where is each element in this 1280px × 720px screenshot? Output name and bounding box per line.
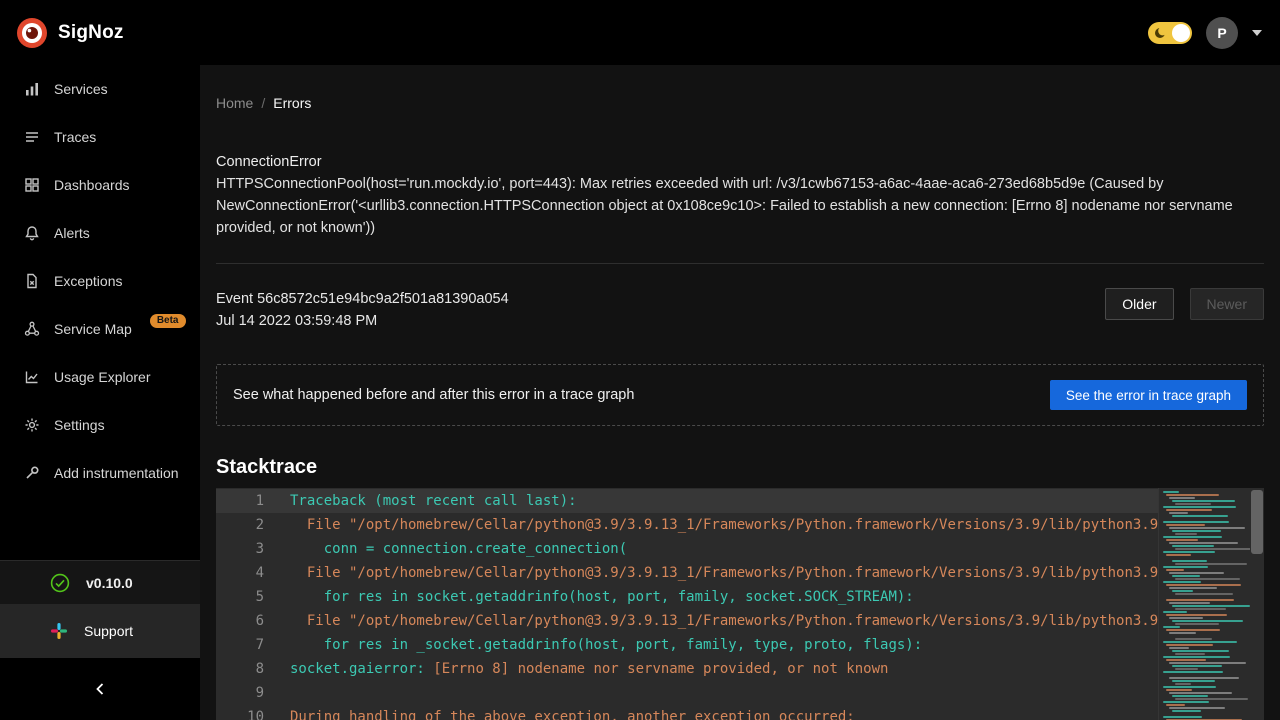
sidebar-item-exceptions[interactable]: Exceptions <box>0 257 200 305</box>
line-number: 10 <box>216 705 264 720</box>
line-number: 3 <box>216 537 264 561</box>
code-line: 8socket.gaierror: [Errno 8] nodename nor… <box>216 657 1264 681</box>
line-number: 4 <box>216 561 264 585</box>
line-chart-icon <box>24 369 40 385</box>
support-row[interactable]: Support <box>0 604 200 658</box>
chevron-down-icon[interactable] <box>1252 30 1262 36</box>
dashboard-grid-icon <box>24 177 40 193</box>
line-number: 2 <box>216 513 264 537</box>
error-message: HTTPSConnectionPool(host='run.mockdy.io'… <box>216 173 1264 239</box>
sidebar-item-service-map[interactable]: Service Map Beta <box>0 305 200 353</box>
sidebar-item-label: Dashboards <box>54 177 130 193</box>
event-id: Event 56c8572c51e94bc9a2f501a81390a054 <box>216 288 509 310</box>
sidebar-item-label: Traces <box>54 129 96 145</box>
sidebar-item-label: Usage Explorer <box>54 369 151 385</box>
see-error-in-trace-graph-button[interactable]: See the error in trace graph <box>1050 380 1247 410</box>
code-line: 10During handling of the above exception… <box>216 705 1264 720</box>
service-map-nodes-icon <box>24 321 40 337</box>
code-lines: 1Traceback (most recent call last):2 Fil… <box>216 488 1264 720</box>
code-line: 5 for res in socket.getaddrinfo(host, po… <box>216 585 1264 609</box>
moon-icon <box>1152 25 1168 41</box>
code-line: 1Traceback (most recent call last): <box>216 489 1264 513</box>
bar-chart-icon <box>24 81 40 97</box>
scrollbar-thumb[interactable] <box>1251 490 1263 554</box>
sidebar-item-label: Settings <box>54 417 105 433</box>
newer-button[interactable]: Newer <box>1190 288 1264 320</box>
brand[interactable]: SigNoz <box>0 17 124 49</box>
code-scrollbar <box>1250 488 1264 720</box>
line-number: 1 <box>216 489 264 513</box>
bell-icon <box>24 225 40 241</box>
stacktrace-title: Stacktrace <box>216 456 1264 479</box>
exception-file-icon <box>24 273 40 289</box>
code-line: 6 File "/opt/homebrew/Cellar/python@3.9/… <box>216 609 1264 633</box>
signoz-logo-icon <box>16 17 48 49</box>
sidebar-item-services[interactable]: Services <box>0 65 200 113</box>
sidebar-collapse-button[interactable] <box>0 658 200 720</box>
code-minimap <box>1158 488 1250 720</box>
brand-title: SigNoz <box>58 22 124 44</box>
trace-cta-text: See what happened before and after this … <box>233 387 634 403</box>
line-number: 5 <box>216 585 264 609</box>
breadcrumb-current: Errors <box>273 95 311 111</box>
topbar: SigNoz P <box>0 0 1280 65</box>
sidebar-item-add-instrumentation[interactable]: Add instrumentation <box>0 449 200 497</box>
line-number: 8 <box>216 657 264 681</box>
event-navigation: Event 56c8572c51e94bc9a2f501a81390a054 J… <box>216 288 1264 332</box>
trace-cta-banner: See what happened before and after this … <box>216 364 1264 426</box>
support-label: Support <box>84 623 133 639</box>
sidebar-item-dashboards[interactable]: Dashboards <box>0 161 200 209</box>
sidebar-item-usage-explorer[interactable]: Usage Explorer <box>0 353 200 401</box>
line-number: 6 <box>216 609 264 633</box>
sidebar-item-label: Add instrumentation <box>54 465 179 481</box>
sidebar-item-traces[interactable]: Traces <box>0 113 200 161</box>
slack-icon <box>50 622 68 640</box>
version-label: v0.10.0 <box>86 575 133 591</box>
older-button[interactable]: Older <box>1105 288 1173 320</box>
code-line: 3 conn = connection.create_connection( <box>216 537 1264 561</box>
avatar[interactable]: P <box>1206 17 1238 49</box>
switch-knob <box>1172 24 1190 42</box>
event-timestamp: Jul 14 2022 03:59:48 PM <box>216 310 509 332</box>
breadcrumb: Home / Errors <box>216 95 1264 111</box>
sidebar-item-settings[interactable]: Settings <box>0 401 200 449</box>
sidebar-item-alerts[interactable]: Alerts <box>0 209 200 257</box>
line-number: 7 <box>216 633 264 657</box>
code-line: 2 File "/opt/homebrew/Cellar/python@3.9/… <box>216 513 1264 537</box>
sidebar-item-label: Service Map <box>54 321 132 337</box>
error-type-title: ConnectionError <box>216 151 1264 173</box>
line-number: 9 <box>216 681 264 705</box>
sidebar-item-label: Exceptions <box>54 273 122 289</box>
gear-icon <box>24 417 40 433</box>
code-line: 7 for res in _socket.getaddrinfo(host, p… <box>216 633 1264 657</box>
divider <box>216 263 1264 264</box>
sidebar-item-label: Alerts <box>54 225 90 241</box>
list-icon <box>24 129 40 145</box>
wrench-icon <box>24 465 40 481</box>
code-line: 9 <box>216 681 1264 705</box>
check-circle-icon <box>50 573 70 593</box>
code-block[interactable]: 1Traceback (most recent call last):2 Fil… <box>216 488 1264 720</box>
code-line: 4 File "/opt/homebrew/Cellar/python@3.9/… <box>216 561 1264 585</box>
breadcrumb-separator: / <box>261 95 265 111</box>
theme-toggle[interactable] <box>1148 22 1192 44</box>
breadcrumb-home-link[interactable]: Home <box>216 95 253 111</box>
beta-badge: Beta <box>150 314 186 328</box>
version-row: v0.10.0 <box>0 560 200 604</box>
chevron-left-icon <box>94 682 106 696</box>
sidebar-item-label: Services <box>54 81 108 97</box>
main-content: Home / Errors ConnectionError HTTPSConne… <box>200 65 1280 720</box>
sidebar: Services Traces Dashboards Alerts <box>0 65 200 720</box>
